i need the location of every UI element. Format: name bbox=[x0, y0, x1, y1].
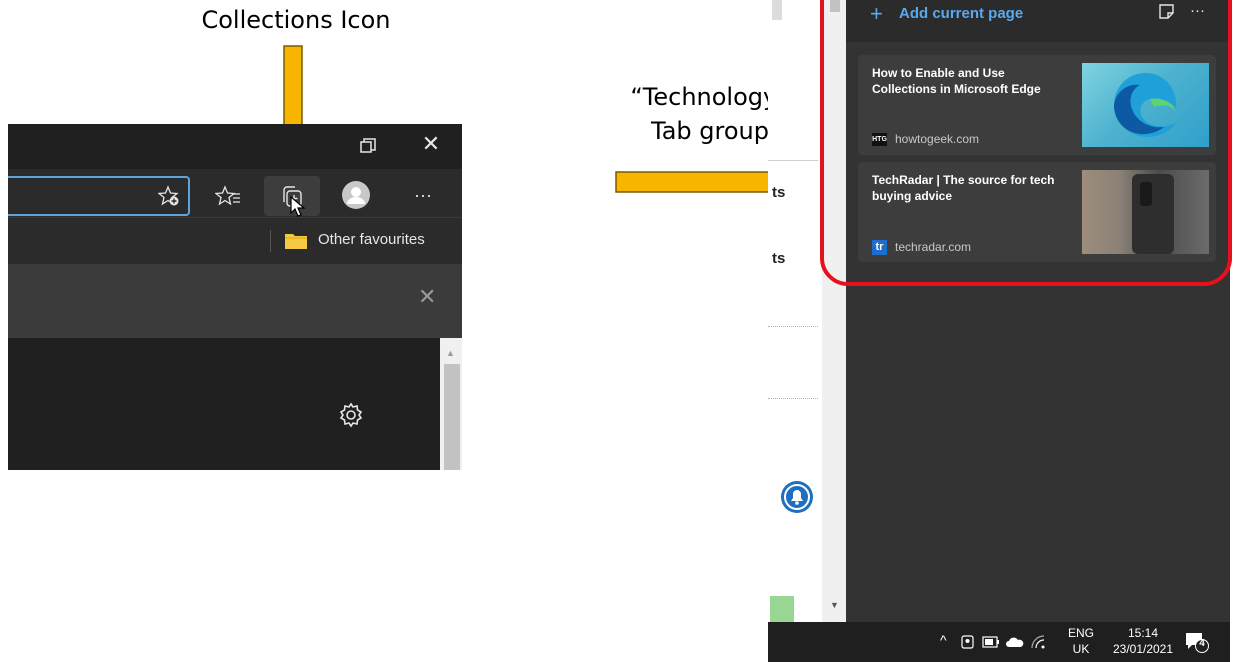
title-bar: ✕ bbox=[8, 124, 462, 169]
more-options-icon[interactable]: ··· bbox=[408, 180, 438, 210]
close-window-button[interactable]: ✕ bbox=[416, 129, 446, 159]
browser-window-crop: ✕ ··· Other favourites ✕ ▲ bbox=[8, 124, 462, 470]
favorites-icon[interactable] bbox=[215, 185, 241, 209]
gear-icon[interactable] bbox=[338, 402, 364, 428]
date-text: 23/01/2021 bbox=[1112, 642, 1174, 656]
background-page-strip: ts ts bbox=[768, 0, 822, 622]
page-text-fragment: ts bbox=[772, 184, 786, 201]
time-text: 15:14 bbox=[1127, 626, 1159, 640]
panel-strip: ✕ bbox=[8, 264, 462, 338]
collections-button[interactable] bbox=[264, 176, 320, 217]
favorites-bar: Other favourites bbox=[8, 217, 462, 264]
language-code: ENG bbox=[1068, 626, 1095, 640]
scroll-thumb[interactable] bbox=[444, 364, 460, 470]
favorites-divider bbox=[270, 230, 271, 252]
collections-icon-caption: Collections Icon bbox=[201, 6, 391, 34]
folder-icon bbox=[285, 234, 307, 249]
show-hidden-icons[interactable]: ^ bbox=[940, 632, 947, 648]
battery-icon[interactable] bbox=[982, 636, 1000, 648]
mouse-cursor-icon bbox=[290, 196, 306, 217]
page-text-fragment: ts bbox=[772, 250, 786, 267]
scroll-down-icon[interactable]: ▼ bbox=[830, 600, 839, 610]
scroll-up-icon[interactable]: ▲ bbox=[446, 348, 455, 358]
input-language-indicator[interactable]: ENG UK bbox=[1068, 625, 1094, 657]
onedrive-icon[interactable] bbox=[1006, 636, 1024, 648]
restore-icon[interactable] bbox=[360, 138, 376, 154]
other-favourites-folder[interactable]: Other favourites bbox=[318, 231, 425, 248]
page-divider bbox=[772, 0, 782, 20]
meet-now-icon[interactable] bbox=[960, 634, 976, 650]
page-content bbox=[8, 338, 462, 470]
green-block bbox=[770, 596, 794, 622]
notification-count-badge: 4 bbox=[1199, 638, 1205, 649]
profile-icon[interactable] bbox=[341, 180, 371, 210]
close-panel-icon[interactable]: ✕ bbox=[418, 284, 436, 310]
wifi-icon[interactable] bbox=[1030, 634, 1046, 650]
windows-taskbar: ^ ENG UK 15:14 23/01/2021 4 bbox=[768, 622, 1230, 662]
page-divider bbox=[768, 398, 818, 400]
page-divider bbox=[768, 326, 818, 328]
tab-group-highlight bbox=[820, 0, 1232, 286]
clock[interactable]: 15:14 23/01/2021 bbox=[1108, 625, 1178, 657]
add-favorite-icon[interactable] bbox=[158, 185, 180, 207]
region-code: UK bbox=[1072, 642, 1090, 656]
notification-bell-icon[interactable] bbox=[780, 480, 814, 514]
address-bar[interactable] bbox=[8, 176, 190, 216]
page-divider bbox=[768, 160, 818, 161]
